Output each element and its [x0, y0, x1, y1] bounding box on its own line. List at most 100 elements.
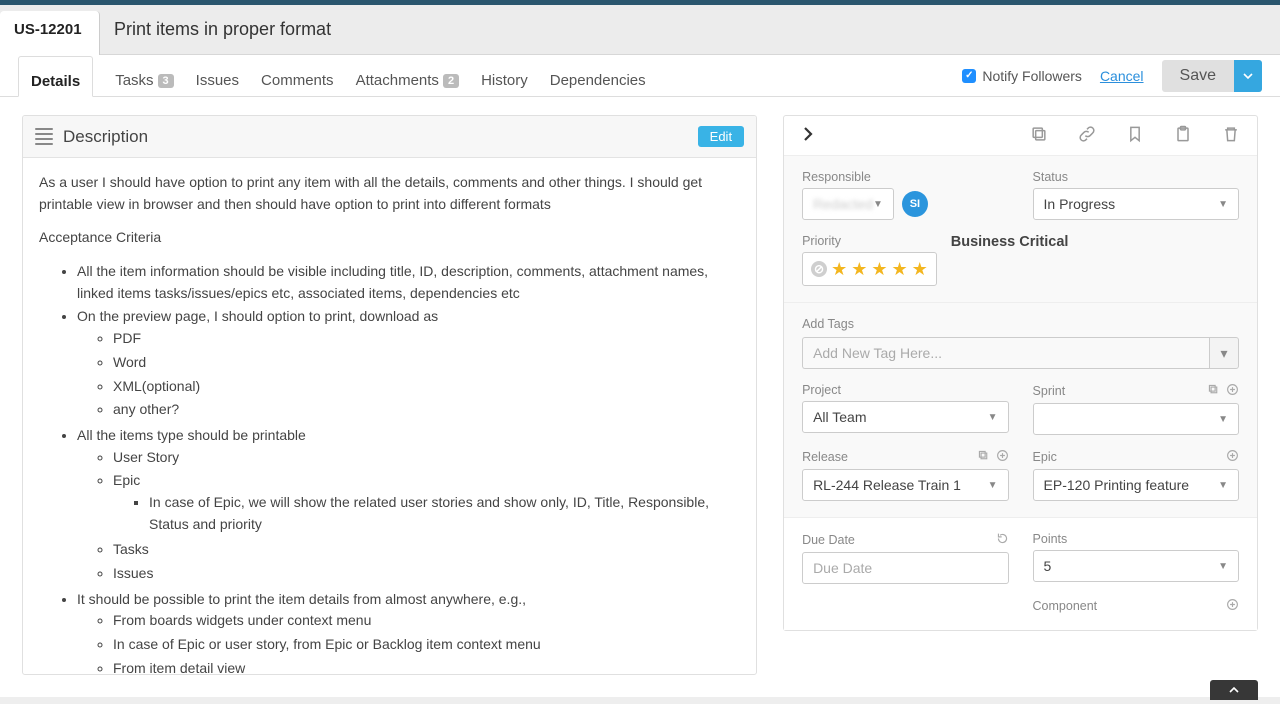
cancel-link[interactable]: Cancel [1100, 68, 1144, 84]
points-label: Points [1033, 532, 1239, 546]
side-section-relations: Add Tags Add New Tag Here... ▾ Project A… [784, 303, 1257, 518]
chevron-down-icon: ▼ [873, 199, 883, 210]
due-date-input[interactable]: Due Date [802, 552, 1008, 584]
side-top [784, 116, 1257, 156]
bottom-tray-toggle[interactable] [1210, 680, 1258, 700]
trash-icon[interactable] [1221, 124, 1241, 147]
tags-label: Add Tags [802, 317, 1239, 331]
tab-tasks[interactable]: Tasks 3 [115, 55, 173, 96]
description-header: Description Edit [23, 116, 756, 158]
tab-history[interactable]: History [481, 55, 528, 96]
save-button[interactable]: Save [1162, 60, 1234, 92]
release-label: Release [802, 449, 1008, 465]
reset-icon[interactable] [996, 532, 1009, 548]
list-item: In case of Epic, we will show the relate… [149, 492, 740, 535]
header-bar: US-12201 Print items in proper format [0, 5, 1280, 55]
side-section-main: Responsible Redacted ▼ SI Status In Prog… [784, 156, 1257, 303]
epic-field: Epic EP-120 Printing feature ▼ [1033, 449, 1239, 501]
bookmark-icon[interactable] [1125, 124, 1145, 147]
copy-icon[interactable] [977, 449, 990, 465]
list-item: Issues [113, 563, 740, 585]
status-label: Status [1033, 170, 1239, 184]
save-split-button: Save [1162, 60, 1262, 92]
list-item: Tasks [113, 539, 740, 561]
tab-details[interactable]: Details [18, 56, 93, 97]
list-item: On the preview page, I should option to … [77, 306, 740, 420]
copy-icon[interactable] [1207, 383, 1220, 399]
tags-field: Add Tags Add New Tag Here... ▾ [802, 317, 1239, 369]
add-icon[interactable] [1226, 598, 1239, 614]
clipboard-icon[interactable] [1173, 124, 1193, 147]
chevron-up-icon [1228, 684, 1240, 696]
sprint-field: Sprint ▼ [1033, 383, 1239, 435]
status-field: Status In Progress ▼ [1033, 170, 1239, 220]
body: Description Edit As a user I should have… [0, 97, 1280, 697]
list-item: All the item information should be visib… [77, 261, 740, 304]
responsible-select[interactable]: Redacted ▼ [802, 188, 894, 220]
star-icon: ★ [912, 259, 928, 280]
chevron-down-icon: ▼ [1218, 199, 1228, 210]
ticket-title: Print items in proper format [114, 19, 331, 40]
copy-icon[interactable] [1029, 124, 1049, 147]
list-item: any other? [113, 399, 740, 421]
sprint-label: Sprint [1033, 383, 1239, 399]
epic-select[interactable]: EP-120 Printing feature ▼ [1033, 469, 1239, 501]
chevron-down-icon: ▼ [1218, 414, 1228, 425]
star-icon: ★ [851, 259, 867, 280]
hamburger-icon[interactable] [35, 128, 53, 145]
notify-followers[interactable]: Notify Followers [962, 68, 1082, 84]
description-body: As a user I should have option to print … [23, 158, 756, 674]
side-panel: Responsible Redacted ▼ SI Status In Prog… [783, 115, 1258, 631]
tab-issues[interactable]: Issues [196, 55, 239, 96]
ticket-window: US-12201 Print items in proper format De… [0, 0, 1280, 697]
avatar: SI [902, 191, 928, 217]
side-section-misc: Due Date Due Date Points 5 ▼ [784, 518, 1257, 630]
ticket-id-tab[interactable]: US-12201 [0, 11, 100, 55]
expand-button[interactable] [800, 126, 816, 145]
add-icon[interactable] [996, 449, 1009, 465]
status-select[interactable]: In Progress ▼ [1033, 188, 1239, 220]
star-icon: ★ [831, 259, 847, 280]
chevron-down-icon: ▾ [1220, 345, 1227, 362]
tab-attachments[interactable]: Attachments 2 [356, 55, 460, 96]
chevron-down-icon: ▼ [1218, 561, 1228, 572]
notify-checkbox[interactable] [962, 69, 976, 83]
release-field: Release RL-244 Release Train 1 ▼ [802, 449, 1008, 501]
project-field: Project All Team ▼ [802, 383, 1008, 435]
list-item: From boards widgets under context menu [113, 610, 740, 632]
points-field: Points 5 ▼ [1033, 532, 1239, 584]
tag-dropdown[interactable]: ▾ [1209, 337, 1239, 369]
ticket-id: US-12201 [14, 21, 82, 38]
star-icon: ★ [871, 259, 887, 280]
side-actions [1029, 124, 1241, 147]
desc-paragraph: Acceptance Criteria [39, 227, 740, 249]
save-dropdown[interactable] [1234, 60, 1262, 92]
project-select[interactable]: All Team ▼ [802, 401, 1008, 433]
chevron-down-icon: ▼ [988, 412, 998, 423]
points-select[interactable]: 5 ▼ [1033, 550, 1239, 582]
due-date-label: Due Date [802, 532, 1008, 548]
tag-input[interactable]: Add New Tag Here... [802, 337, 1209, 369]
component-field: Component [1033, 598, 1239, 614]
list-item: XML(optional) [113, 376, 740, 398]
add-icon[interactable] [1226, 383, 1239, 399]
list-item: In case of Epic or user story, from Epic… [113, 634, 740, 656]
chevron-down-icon [1243, 71, 1253, 81]
tab-dependencies[interactable]: Dependencies [550, 55, 646, 96]
notify-label: Notify Followers [982, 68, 1082, 84]
description-panel: Description Edit As a user I should have… [22, 115, 757, 675]
release-select[interactable]: RL-244 Release Train 1 ▼ [802, 469, 1008, 501]
sprint-select[interactable]: ▼ [1033, 403, 1239, 435]
chevron-down-icon: ▼ [988, 480, 998, 491]
list-item: All the items type should be printable U… [77, 425, 740, 585]
chevron-down-icon: ▼ [1218, 480, 1228, 491]
component-label: Component [1033, 598, 1239, 614]
epic-label: Epic [1033, 449, 1239, 465]
edit-button[interactable]: Edit [698, 126, 744, 147]
tab-comments[interactable]: Comments [261, 55, 334, 96]
list-item: From item detail view [113, 658, 740, 674]
priority-select[interactable]: ★ ★ ★ ★ ★ [802, 252, 937, 286]
link-icon[interactable] [1077, 124, 1097, 147]
star-icon: ★ [891, 259, 907, 280]
add-icon[interactable] [1226, 449, 1239, 465]
